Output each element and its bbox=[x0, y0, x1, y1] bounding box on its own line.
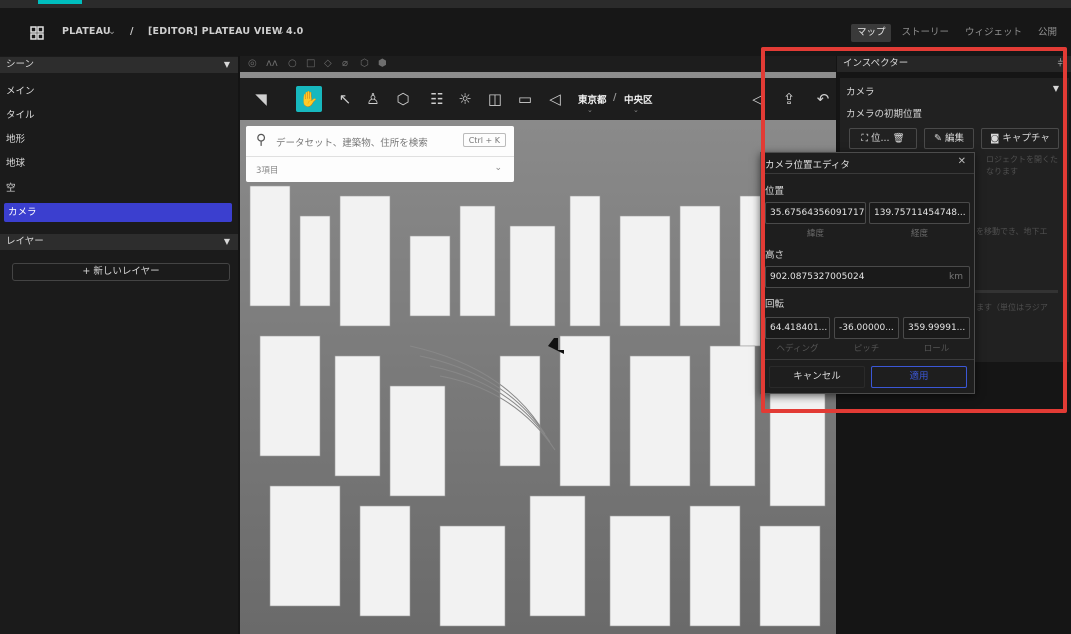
box-tool-icon[interactable]: ⬡ bbox=[360, 58, 369, 69]
scene-item-terrain[interactable]: 地形 bbox=[0, 130, 232, 149]
breadcrumb-separator: / bbox=[130, 26, 134, 37]
shortcut-hint: Ctrl + K bbox=[462, 133, 506, 147]
tab-story[interactable]: ストーリー bbox=[895, 24, 955, 42]
cube-icon[interactable]: ⬡ bbox=[390, 86, 416, 112]
layer-section-header[interactable]: レイヤー ▼ bbox=[0, 234, 238, 250]
tab-widget[interactable]: ウィジェット bbox=[959, 24, 1028, 42]
scene-item-tile[interactable]: タイル bbox=[0, 106, 232, 125]
plateau-logo-icon[interactable]: ◥ bbox=[248, 86, 274, 112]
send-icon[interactable]: ◁ bbox=[542, 86, 568, 112]
circle-tool-icon[interactable]: ○ bbox=[288, 58, 297, 69]
grid-icon[interactable] bbox=[30, 26, 44, 40]
chevron-down-icon[interactable]: ⌄ bbox=[587, 106, 593, 114]
prefecture-name[interactable]: 東京都 bbox=[578, 92, 607, 106]
search-panel: ⚲ データセット、建築物、住所を検索 Ctrl + K 3項目 ⌄ bbox=[246, 126, 514, 182]
scene-item-camera[interactable]: カメラ bbox=[4, 203, 232, 222]
map-toolbar: ◥ ✋ ↖ ♙ ⬡ ☷ ☼ ◫ ▭ ◁ 東京都 ⌄ / 中央区 ⌄ ◁ ⇪ ↶ bbox=[240, 78, 836, 120]
pointer-icon[interactable]: ↖ bbox=[332, 86, 358, 112]
caret-down-icon[interactable]: ▼ bbox=[224, 234, 230, 250]
divider bbox=[246, 156, 514, 157]
settings-sliders-icon[interactable]: ☷ bbox=[424, 86, 450, 112]
search-icon: ⚲ bbox=[256, 132, 267, 148]
scene-header-label: シーン bbox=[6, 59, 35, 70]
search-input[interactable]: データセット、建築物、住所を検索 bbox=[276, 135, 428, 149]
item-count[interactable]: 3項目 bbox=[256, 164, 278, 176]
chevron-down-icon[interactable]: ⌄ bbox=[633, 106, 639, 114]
split-view-icon[interactable]: ◫ bbox=[482, 86, 508, 112]
marker-tool-icon[interactable]: ◎ bbox=[248, 58, 257, 69]
caret-down-icon[interactable]: ▼ bbox=[224, 57, 230, 73]
chevron-down-icon[interactable]: ⌄ bbox=[277, 26, 285, 37]
scene-item-sky[interactable]: 空 bbox=[0, 179, 232, 198]
tab-publish[interactable]: 公開 bbox=[1032, 24, 1063, 42]
ward-name[interactable]: 中央区 bbox=[624, 92, 653, 106]
project-name[interactable]: PLATEAU bbox=[62, 26, 111, 37]
draw-tools-bar: ◎ ᴧᴧ ○ □ ◇ ⌀ ⬡ ⬢ bbox=[240, 56, 836, 72]
main-nav: マップ ストーリー ウィジェット 公開 bbox=[850, 24, 1063, 42]
chevron-down-icon[interactable]: ⌄ bbox=[494, 163, 502, 173]
layout-icon[interactable]: ▭ bbox=[512, 86, 538, 112]
highlight-box bbox=[761, 47, 1067, 413]
tab-map[interactable]: マップ bbox=[850, 24, 892, 42]
cylinder-tool-icon[interactable]: ⌀ bbox=[342, 58, 348, 69]
new-layer-button[interactable]: + 新しいレイヤー bbox=[12, 263, 230, 281]
chevron-down-icon[interactable]: ⌄ bbox=[108, 26, 116, 37]
layer-header-label: レイヤー bbox=[6, 236, 44, 247]
polygon-tool-icon[interactable]: ◇ bbox=[324, 58, 332, 69]
pedestrian-icon[interactable]: ♙ bbox=[360, 86, 386, 112]
extrude-tool-icon[interactable]: ⬢ bbox=[378, 58, 387, 69]
scene-item-globe[interactable]: 地球 bbox=[0, 154, 232, 173]
location-separator: / bbox=[613, 92, 617, 103]
active-tab-indicator bbox=[38, 0, 82, 4]
rectangle-tool-icon[interactable]: □ bbox=[306, 58, 315, 69]
hand-icon[interactable]: ✋ bbox=[296, 86, 322, 112]
scene-section-header[interactable]: シーン ▼ bbox=[0, 57, 238, 73]
polyline-tool-icon[interactable]: ᴧᴧ bbox=[266, 58, 278, 69]
sun-icon[interactable]: ☼ bbox=[452, 86, 478, 112]
scene-item-main[interactable]: メイン bbox=[0, 82, 232, 101]
